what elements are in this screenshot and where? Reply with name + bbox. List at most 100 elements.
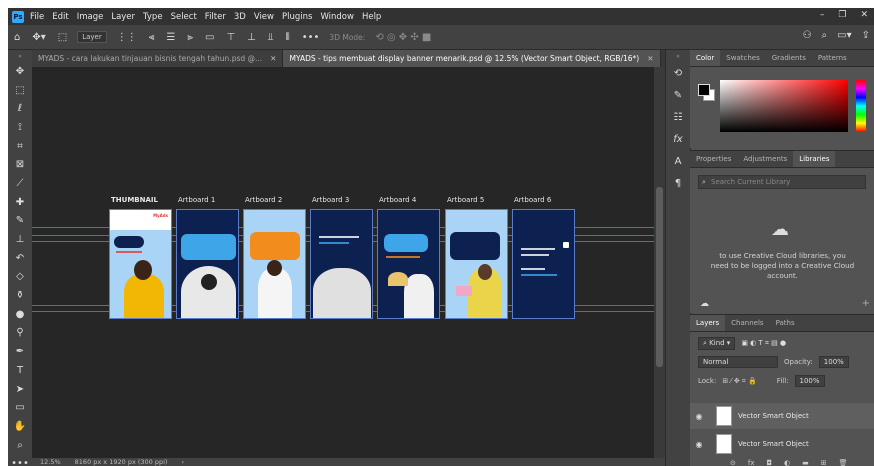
brush-tool-icon[interactable]: ✎ (8, 212, 32, 231)
home-icon[interactable]: ⌂ (14, 32, 20, 43)
character-panel-icon[interactable]: A (666, 150, 690, 172)
rectangle-tool-icon[interactable]: ▭ (8, 398, 32, 417)
artboard-label-4[interactable]: Artboard 4 (379, 196, 416, 204)
tab-libraries[interactable]: Libraries (793, 151, 836, 167)
healing-tool-icon[interactable]: ✚ (8, 193, 32, 212)
edit-toolbar-icon[interactable]: ••• (8, 454, 32, 466)
more-options-icon[interactable]: ••• (302, 32, 320, 43)
3d-tools-icon[interactable]: ⟲ ◎ ✥ ✣ ■ (375, 32, 431, 43)
marquee-tool-icon[interactable]: ⬚ (8, 81, 32, 100)
align-left-icon[interactable]: ⫷ (149, 32, 155, 43)
cloud-icon[interactable]: ☁ (700, 299, 709, 309)
artboard-label-thumbnail[interactable]: THUMBNAIL (111, 196, 158, 204)
history-panel-icon[interactable]: ⟲ (666, 62, 690, 84)
eraser-tool-icon[interactable]: ◇ (8, 268, 32, 287)
delete-icon[interactable]: 🗑 (839, 459, 848, 466)
layer-row[interactable]: ◉ Vector Smart Object (690, 431, 874, 457)
share-icon[interactable]: ⚇ (803, 30, 812, 41)
tab-document-1[interactable]: MYADS - cara lakukan tinjauan bisnis ten… (32, 50, 284, 67)
align-bottom-icon[interactable]: ⫫ (268, 32, 274, 43)
tab-paths[interactable]: Paths (770, 319, 801, 331)
paint-bucket-icon[interactable]: ⚱ (8, 286, 32, 305)
tab-color[interactable]: Color (690, 50, 721, 66)
artboard-4[interactable] (377, 209, 440, 319)
fx-panel-icon[interactable]: fx (666, 128, 690, 150)
new-layer-icon[interactable]: ⊞ (821, 459, 827, 466)
workspace-icon[interactable]: ▭▾ (837, 30, 851, 41)
tab-document-2[interactable]: MYADS - tips membuat display banner mena… (283, 50, 661, 67)
minimize-icon[interactable]: – (820, 10, 825, 20)
paragraph-panel-icon[interactable]: ¶ (666, 172, 690, 194)
tab-patterns[interactable]: Patterns (812, 54, 853, 66)
menu-filter[interactable]: Filter (205, 12, 226, 22)
color-picker-field[interactable] (720, 80, 848, 132)
artboard-label-3[interactable]: Artboard 3 (312, 196, 349, 204)
close-icon[interactable]: ✕ (647, 54, 653, 63)
tab-layers[interactable]: Layers (690, 315, 726, 331)
folder-icon[interactable]: ▬ (802, 459, 809, 466)
artboard-2[interactable] (243, 209, 306, 319)
align-top-icon[interactable]: ⊤ (226, 32, 235, 43)
move-tool-icon[interactable]: ✥▾ (32, 32, 45, 43)
search-icon[interactable]: ⌕ (822, 30, 828, 41)
distribute-vertical-icon[interactable]: ⫴ (286, 32, 290, 43)
fx-icon[interactable]: fx (748, 459, 755, 466)
distribute-icon[interactable]: ▭ (205, 32, 214, 43)
lasso-tool-icon[interactable]: ℓ (8, 99, 32, 118)
quick-select-tool-icon[interactable]: ⟟ (8, 118, 32, 137)
tab-swatches[interactable]: Swatches (720, 54, 765, 66)
history-brush-icon[interactable]: ↶ (8, 249, 32, 268)
menu-window[interactable]: Window (320, 12, 354, 22)
menu-help[interactable]: Help (362, 12, 381, 22)
foreground-color-swatch[interactable] (698, 84, 710, 96)
hand-tool-icon[interactable]: ✋ (8, 417, 32, 436)
artboard-thumbnail[interactable]: MyAds (109, 209, 172, 319)
menu-plugins[interactable]: Plugins (282, 12, 312, 22)
auto-select-icon[interactable]: ⬚ (58, 32, 67, 43)
tab-gradients[interactable]: Gradients (766, 54, 812, 66)
share-document-icon[interactable]: ⇪ (862, 30, 870, 41)
pen-tool-icon[interactable]: ✒ (8, 342, 32, 361)
tab-adjustments[interactable]: Adjustments (737, 155, 793, 167)
layer-row[interactable]: ◉ Vector Smart Object (690, 403, 874, 429)
menu-view[interactable]: View (254, 12, 274, 22)
restore-icon[interactable]: ❐ (838, 10, 846, 20)
library-search-input[interactable]: ⌕ Search Current Library (698, 175, 866, 189)
transform-controls-icon[interactable]: ⋮⋮ (117, 32, 137, 43)
close-icon[interactable]: ✕ (270, 54, 276, 63)
fill-input[interactable]: 100% (794, 375, 825, 387)
artboard-1[interactable] (176, 209, 239, 319)
canvas-vertical-scrollbar[interactable] (654, 67, 665, 458)
lock-icons[interactable]: ⊞ ⁄ ✥ ⌗ 🔒 (722, 377, 756, 386)
menu-3d[interactable]: 3D (234, 12, 246, 22)
mask-icon[interactable]: ◘ (766, 459, 772, 466)
eyedropper-tool-icon[interactable]: ⟋ (8, 174, 32, 193)
collapse-icon[interactable]: « (666, 50, 690, 62)
chevron-right-icon[interactable]: › (181, 458, 184, 466)
brush-panel-icon[interactable]: ✎ (666, 84, 690, 106)
align-center-icon[interactable]: ☰ (166, 32, 175, 43)
artboard-label-1[interactable]: Artboard 1 (178, 196, 215, 204)
properties-panel-icon[interactable]: ☷ (666, 106, 690, 128)
adjustment-icon[interactable]: ◐ (784, 459, 790, 466)
hue-slider[interactable] (856, 80, 866, 132)
artboard-3[interactable] (310, 209, 373, 319)
menu-select[interactable]: Select (171, 12, 197, 22)
artboard-label-6[interactable]: Artboard 6 (514, 196, 551, 204)
move-tool-icon[interactable]: ✥ (8, 62, 32, 81)
frame-tool-icon[interactable]: ⊠ (8, 155, 32, 174)
stamp-tool-icon[interactable]: ⊥ (8, 230, 32, 249)
artboard-6[interactable] (512, 209, 575, 319)
layer-filter-icons[interactable]: ▣ ◐ T ⌗ ▤ ● (741, 339, 786, 348)
visibility-eye-icon[interactable]: ◉ (690, 440, 708, 449)
layer-filter-dropdown[interactable]: ⌕ Kind ▾ (698, 337, 736, 350)
blend-mode-dropdown[interactable]: Normal (698, 356, 778, 368)
opacity-input[interactable]: 100% (818, 356, 849, 368)
add-icon[interactable]: + (862, 298, 870, 309)
zoom-level[interactable]: 12.5% (40, 458, 61, 466)
artboard-5[interactable] (445, 209, 508, 319)
menu-layer[interactable]: Layer (111, 12, 135, 22)
link-icon[interactable]: ⊝ (730, 459, 736, 466)
align-middle-icon[interactable]: ⊥ (247, 32, 256, 43)
artboard-label-2[interactable]: Artboard 2 (245, 196, 282, 204)
